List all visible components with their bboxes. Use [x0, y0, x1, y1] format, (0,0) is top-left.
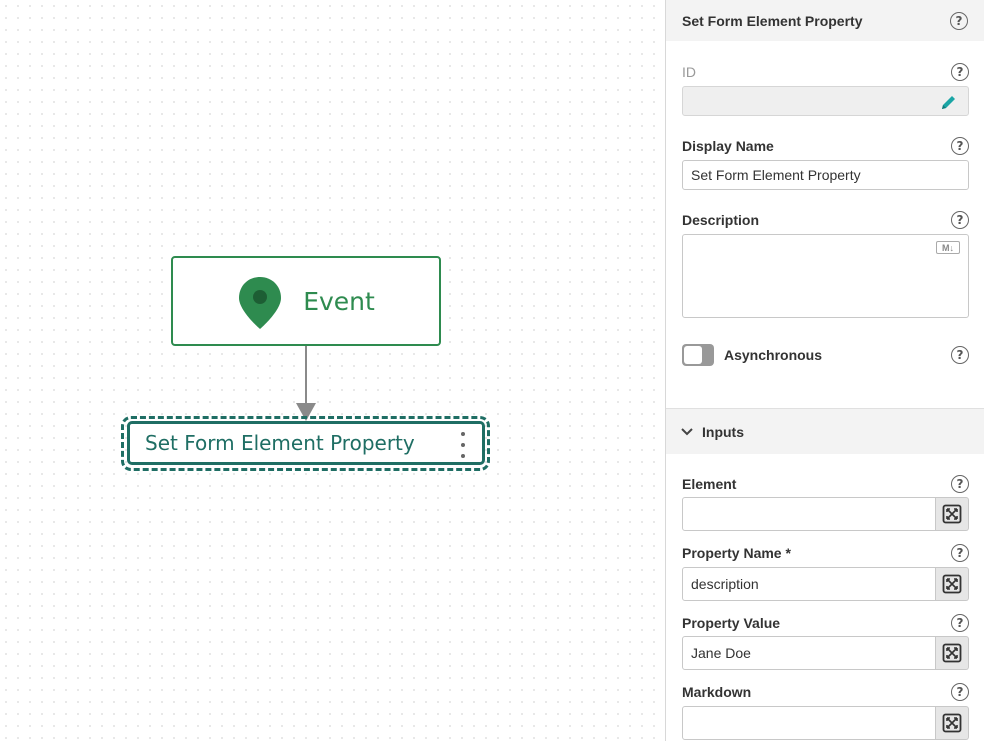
id-label: ID [682, 64, 696, 80]
inputs-section-header[interactable]: Inputs [666, 408, 984, 454]
property-value-field: Property Value ? Jane Doe [682, 613, 969, 670]
help-icon[interactable]: ? [951, 63, 969, 81]
display-name-label: Display Name [682, 138, 774, 154]
step-node-label: Set Form Element Property [145, 431, 415, 455]
event-node-label: Event [303, 286, 375, 316]
markdown-input[interactable] [682, 706, 936, 740]
asynchronous-toggle[interactable] [682, 344, 714, 366]
element-field: Element ? [682, 474, 969, 531]
inputs-section-title: Inputs [702, 423, 744, 440]
panel-header: Set Form Element Property ? [666, 0, 984, 41]
help-icon[interactable]: ? [950, 11, 968, 30]
property-value-value: Jane Doe [691, 645, 751, 661]
id-input [682, 86, 969, 116]
help-icon[interactable]: ? [951, 683, 969, 701]
display-name-value: Set Form Element Property [691, 167, 861, 183]
property-value-input[interactable]: Jane Doe [682, 636, 936, 670]
expression-editor-button[interactable] [936, 497, 969, 531]
expression-editor-button[interactable] [936, 706, 969, 740]
markdown-field: Markdown ? [682, 682, 969, 740]
expand-icon [942, 713, 962, 733]
display-name-field: Display Name ? Set Form Element Property [682, 136, 969, 190]
kebab-menu-icon[interactable] [458, 432, 468, 458]
element-input[interactable] [682, 497, 936, 531]
markdown-icon: M↓ [936, 241, 960, 254]
expand-icon [942, 504, 962, 524]
display-name-input[interactable]: Set Form Element Property [682, 160, 969, 190]
element-label: Element [682, 476, 737, 492]
help-icon[interactable]: ? [951, 137, 969, 155]
help-icon[interactable]: ? [951, 346, 969, 364]
help-icon[interactable]: ? [951, 614, 969, 632]
help-icon[interactable]: ? [951, 544, 969, 562]
description-label: Description [682, 212, 760, 228]
pencil-icon[interactable] [940, 93, 958, 111]
map-pin-icon [239, 277, 282, 329]
properties-panel: Set Form Element Property ? ID ? Display… [665, 0, 984, 741]
expression-editor-button[interactable] [936, 567, 969, 601]
property-name-input[interactable]: description [682, 567, 936, 601]
expand-icon [942, 643, 962, 663]
id-field: ID ? [682, 62, 969, 116]
panel-title: Set Form Element Property [682, 12, 863, 29]
expression-editor-button[interactable] [936, 636, 969, 670]
chevron-down-icon [681, 427, 693, 435]
workflow-canvas[interactable]: Event Set Form Element Property [0, 0, 665, 741]
asynchronous-label: Asynchronous [724, 347, 823, 363]
markdown-label: Markdown [682, 684, 752, 700]
property-name-label: Property Name * [682, 545, 791, 561]
property-name-field: Property Name * ? description [682, 543, 969, 601]
description-field: Description ? M↓ [682, 210, 969, 318]
event-node[interactable]: Event [171, 256, 441, 346]
expand-icon [942, 574, 962, 594]
asynchronous-row: Asynchronous ? [682, 344, 969, 366]
help-icon[interactable]: ? [951, 475, 969, 493]
help-icon[interactable]: ? [951, 211, 969, 229]
property-value-label: Property Value [682, 615, 781, 631]
property-name-value: description [691, 576, 759, 592]
step-node[interactable]: Set Form Element Property [127, 421, 485, 465]
connector-arrow [296, 346, 316, 421]
description-textarea[interactable]: M↓ [682, 234, 969, 318]
